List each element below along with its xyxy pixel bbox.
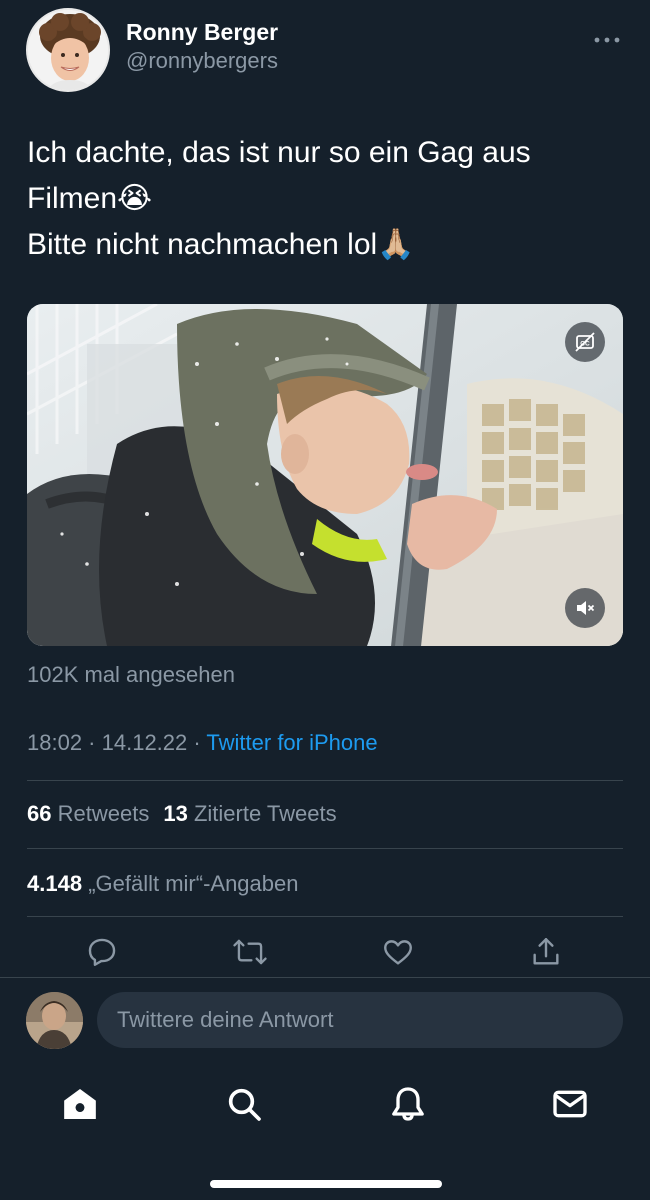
divider	[27, 780, 623, 781]
divider	[27, 916, 623, 917]
tweet-date: 14.12.22	[101, 730, 188, 755]
bottom-tab-bar	[0, 1070, 650, 1140]
tweet-detail-screen: Ronny Berger @ronnybergers Ich dachte, d…	[0, 0, 650, 1200]
reply-input[interactable]: Twittere deine Antwort	[97, 992, 623, 1048]
meta-separator: ·	[82, 730, 102, 755]
share-icon[interactable]	[526, 932, 566, 972]
home-indicator[interactable]	[210, 1180, 442, 1188]
likes-label: „Gefällt mir“-Angaben	[88, 871, 299, 896]
more-horizontal-icon[interactable]	[594, 24, 620, 50]
tweet-text-line: Ich dachte, das ist nur so ein Gag aus	[27, 136, 531, 169]
user-avatar[interactable]	[26, 992, 83, 1049]
retweets-count: 66	[27, 801, 52, 826]
quotes-label: Zitierte Tweets	[193, 801, 337, 826]
muted-speaker-icon[interactable]	[565, 588, 605, 628]
retweet-stats: 66 Retweets 13 Zitierte Tweets	[27, 801, 337, 827]
author-handle[interactable]: @ronnybergers	[126, 47, 278, 75]
home-icon[interactable]	[58, 1082, 102, 1126]
tweet-source-link[interactable]: Twitter for iPhone	[206, 730, 377, 755]
divider	[0, 977, 650, 978]
search-icon[interactable]	[222, 1082, 266, 1126]
tweet-text: Ich dachte, das ist nur so ein Gag aus F…	[27, 130, 627, 268]
tweet-meta: 18:02 · 14.12.22 · Twitter for iPhone	[27, 730, 378, 756]
retweets-label: Retweets	[57, 801, 150, 826]
notifications-icon[interactable]	[386, 1082, 430, 1126]
tweet-author[interactable]: Ronny Berger @ronnybergers	[26, 8, 278, 92]
like-icon[interactable]	[378, 932, 418, 972]
retweets-link[interactable]: 66 Retweets	[27, 801, 149, 826]
captions-off-icon[interactable]: CC	[565, 322, 605, 362]
video-frame	[27, 304, 623, 646]
view-count: 102K mal angesehen	[27, 662, 235, 687]
retweet-icon[interactable]	[230, 932, 270, 972]
tweet-video[interactable]: CC	[27, 304, 623, 646]
divider	[27, 848, 623, 849]
likes-stats[interactable]: 4.148 „Gefällt mir“-Angaben	[27, 871, 299, 897]
tweet-text-line: Bitte nicht nachmachen lol🙏🏼	[27, 228, 415, 261]
reply-placeholder: Twittere deine Antwort	[117, 1007, 334, 1032]
messages-icon[interactable]	[548, 1082, 592, 1126]
author-avatar[interactable]	[26, 8, 110, 92]
meta-separator: ·	[187, 730, 207, 755]
tweet-actions	[0, 932, 650, 974]
quotes-count: 13	[163, 801, 188, 826]
quotes-link[interactable]: 13 Zitierte Tweets	[163, 801, 336, 826]
tweet-text-line: Filmen😭	[27, 182, 153, 215]
author-names: Ronny Berger @ronnybergers	[126, 17, 278, 75]
reply-icon[interactable]	[82, 932, 122, 972]
likes-count: 4.148	[27, 871, 83, 896]
author-display-name[interactable]: Ronny Berger	[126, 17, 278, 47]
tweet-time: 18:02	[27, 730, 83, 755]
